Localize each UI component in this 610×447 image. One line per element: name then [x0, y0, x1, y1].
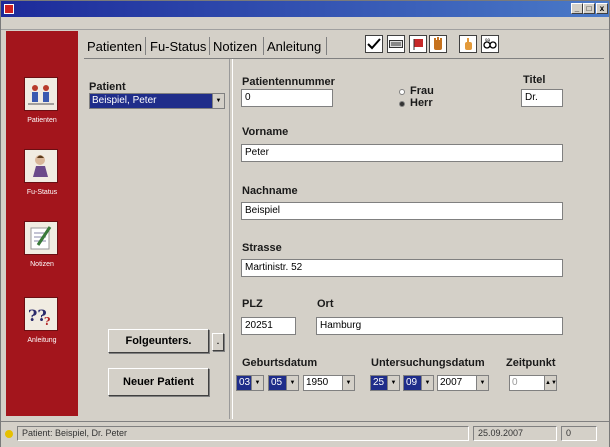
strasse-field[interactable]: Martinistr. 52 [241, 259, 563, 277]
exam-day-value: 25 [373, 377, 385, 388]
tab-separator [263, 37, 264, 55]
plz-label: PLZ [242, 298, 263, 310]
app-icon [4, 4, 14, 14]
minimize-button[interactable]: _ [571, 3, 583, 14]
gender-radio-herr[interactable] [399, 101, 405, 107]
menu-bar [1, 17, 609, 30]
gender-radio-frau[interactable] [399, 89, 405, 95]
patients-icon [24, 77, 58, 111]
check-icon[interactable] [365, 35, 383, 53]
spinner-arrows-icon[interactable]: ▲▼ [544, 376, 557, 390]
sidebar: Patienten Fu-Status Notizen ?? ? Anleitu… [6, 31, 78, 416]
patient-select[interactable]: Beispiel, Peter ▼ [89, 93, 225, 109]
tab-separator [145, 37, 146, 55]
hand-icon[interactable] [429, 35, 447, 53]
tab-patienten[interactable]: Patienten [87, 39, 142, 54]
chevron-down-icon[interactable]: ▼ [476, 376, 488, 390]
patient-list-pane [84, 59, 230, 419]
birth-year-value: 1950 [306, 377, 329, 388]
status-date: 25.09.2007 [473, 426, 557, 441]
patientennummer-label: Patientennummer [242, 76, 335, 88]
status-count: 0 [561, 426, 597, 441]
tab-separator [209, 37, 210, 55]
zeitpunkt-label: Zeitpunkt [506, 357, 556, 369]
sidebar-item-anleitung[interactable]: ?? ? Anleitung [6, 297, 78, 367]
tab-separator [326, 37, 327, 55]
notes-icon [24, 221, 58, 255]
chevron-down-icon[interactable]: ▼ [251, 376, 263, 390]
patientennummer-field[interactable]: 0 [241, 89, 333, 107]
gender-frau-label: Frau [410, 85, 434, 97]
vorname-field[interactable]: Peter [241, 144, 563, 162]
close-button[interactable]: x [596, 3, 608, 14]
nachname-label: Nachname [242, 185, 298, 197]
title-bar: _ □ x [1, 1, 609, 17]
exam-year-value: 2007 [440, 377, 463, 388]
tab-notizen[interactable]: Notizen [213, 39, 257, 54]
birth-day-value: 03 [239, 377, 251, 388]
status-patient: Patient: Beispiel, Dr. Peter [17, 426, 469, 441]
birth-month-select[interactable]: 05 ▼ [268, 375, 299, 391]
followup-button[interactable]: Folgeunters. [108, 329, 209, 353]
zeitpunkt-spinner[interactable]: 0 ▲▼ [509, 375, 557, 391]
tab-fu-status[interactable]: Fu-Status [150, 39, 206, 54]
svg-text:?: ? [44, 315, 50, 327]
glasses-icon[interactable]: 99 [481, 35, 499, 53]
flag-icon[interactable] [409, 35, 427, 53]
new-patient-button[interactable]: Neuer Patient [108, 368, 209, 396]
gender-herr-label: Herr [410, 97, 433, 109]
chevron-down-icon[interactable]: ▼ [421, 376, 433, 390]
keyboard-icon[interactable] [387, 35, 405, 53]
chevron-down-icon[interactable]: ▼ [286, 376, 298, 390]
status-indicator-icon [5, 430, 13, 438]
birth-month-value: 05 [271, 377, 283, 388]
ort-label: Ort [317, 298, 334, 310]
maximize-button[interactable]: □ [583, 3, 595, 14]
exam-month-value: 09 [406, 377, 418, 388]
titel-label: Titel [523, 74, 546, 86]
birth-day-select[interactable]: 03 ▼ [236, 375, 264, 391]
sidebar-item-label: Anleitung [27, 337, 57, 344]
chevron-down-icon[interactable]: ▼ [342, 376, 354, 390]
geburtsdatum-label: Geburtsdatum [242, 357, 318, 369]
plz-field[interactable]: 20251 [241, 317, 296, 335]
exam-month-select[interactable]: 09 ▼ [403, 375, 434, 391]
patient-label: Patient [89, 81, 126, 93]
exam-day-select[interactable]: 25 ▼ [370, 375, 400, 391]
application-window: _ □ x Patienten Fu-Status Notizen ?? ? A… [0, 0, 610, 447]
vorname-label: Vorname [242, 126, 289, 138]
patient-selected-value: Beispiel, Peter [92, 95, 157, 106]
sidebar-item-patienten[interactable]: Patienten [6, 77, 78, 147]
status-bar: Patient: Beispiel, Dr. Peter 25.09.2007 … [1, 421, 609, 447]
chevron-down-icon[interactable]: ▼ [212, 94, 224, 108]
question-marks-icon: ?? ? [24, 297, 58, 331]
zeitpunkt-value: 0 [512, 377, 518, 388]
sidebar-item-fu-status[interactable]: Fu-Status [6, 149, 78, 219]
birth-year-select[interactable]: 1950 ▼ [303, 375, 355, 391]
sidebar-item-label: Fu-Status [26, 189, 58, 196]
tab-anleitung[interactable]: Anleitung [267, 39, 321, 54]
sidebar-item-label: Notizen [30, 261, 54, 268]
svg-text:99: 99 [485, 38, 491, 43]
ort-field[interactable]: Hamburg [316, 317, 563, 335]
sidebar-item-label: Patienten [27, 117, 57, 124]
sidebar-item-notizen[interactable]: Notizen [6, 221, 78, 291]
titel-field[interactable]: Dr. [521, 89, 563, 107]
person-status-icon [24, 149, 58, 183]
untersuchungsdatum-label: Untersuchungsdatum [371, 357, 485, 369]
exam-year-select[interactable]: 2007 ▼ [437, 375, 489, 391]
small-options-button[interactable]: . [212, 333, 224, 351]
strasse-label: Strasse [242, 242, 282, 254]
hand-up-icon[interactable] [459, 35, 477, 53]
chevron-down-icon[interactable]: ▼ [387, 376, 399, 390]
nachname-field[interactable]: Beispiel [241, 202, 563, 220]
